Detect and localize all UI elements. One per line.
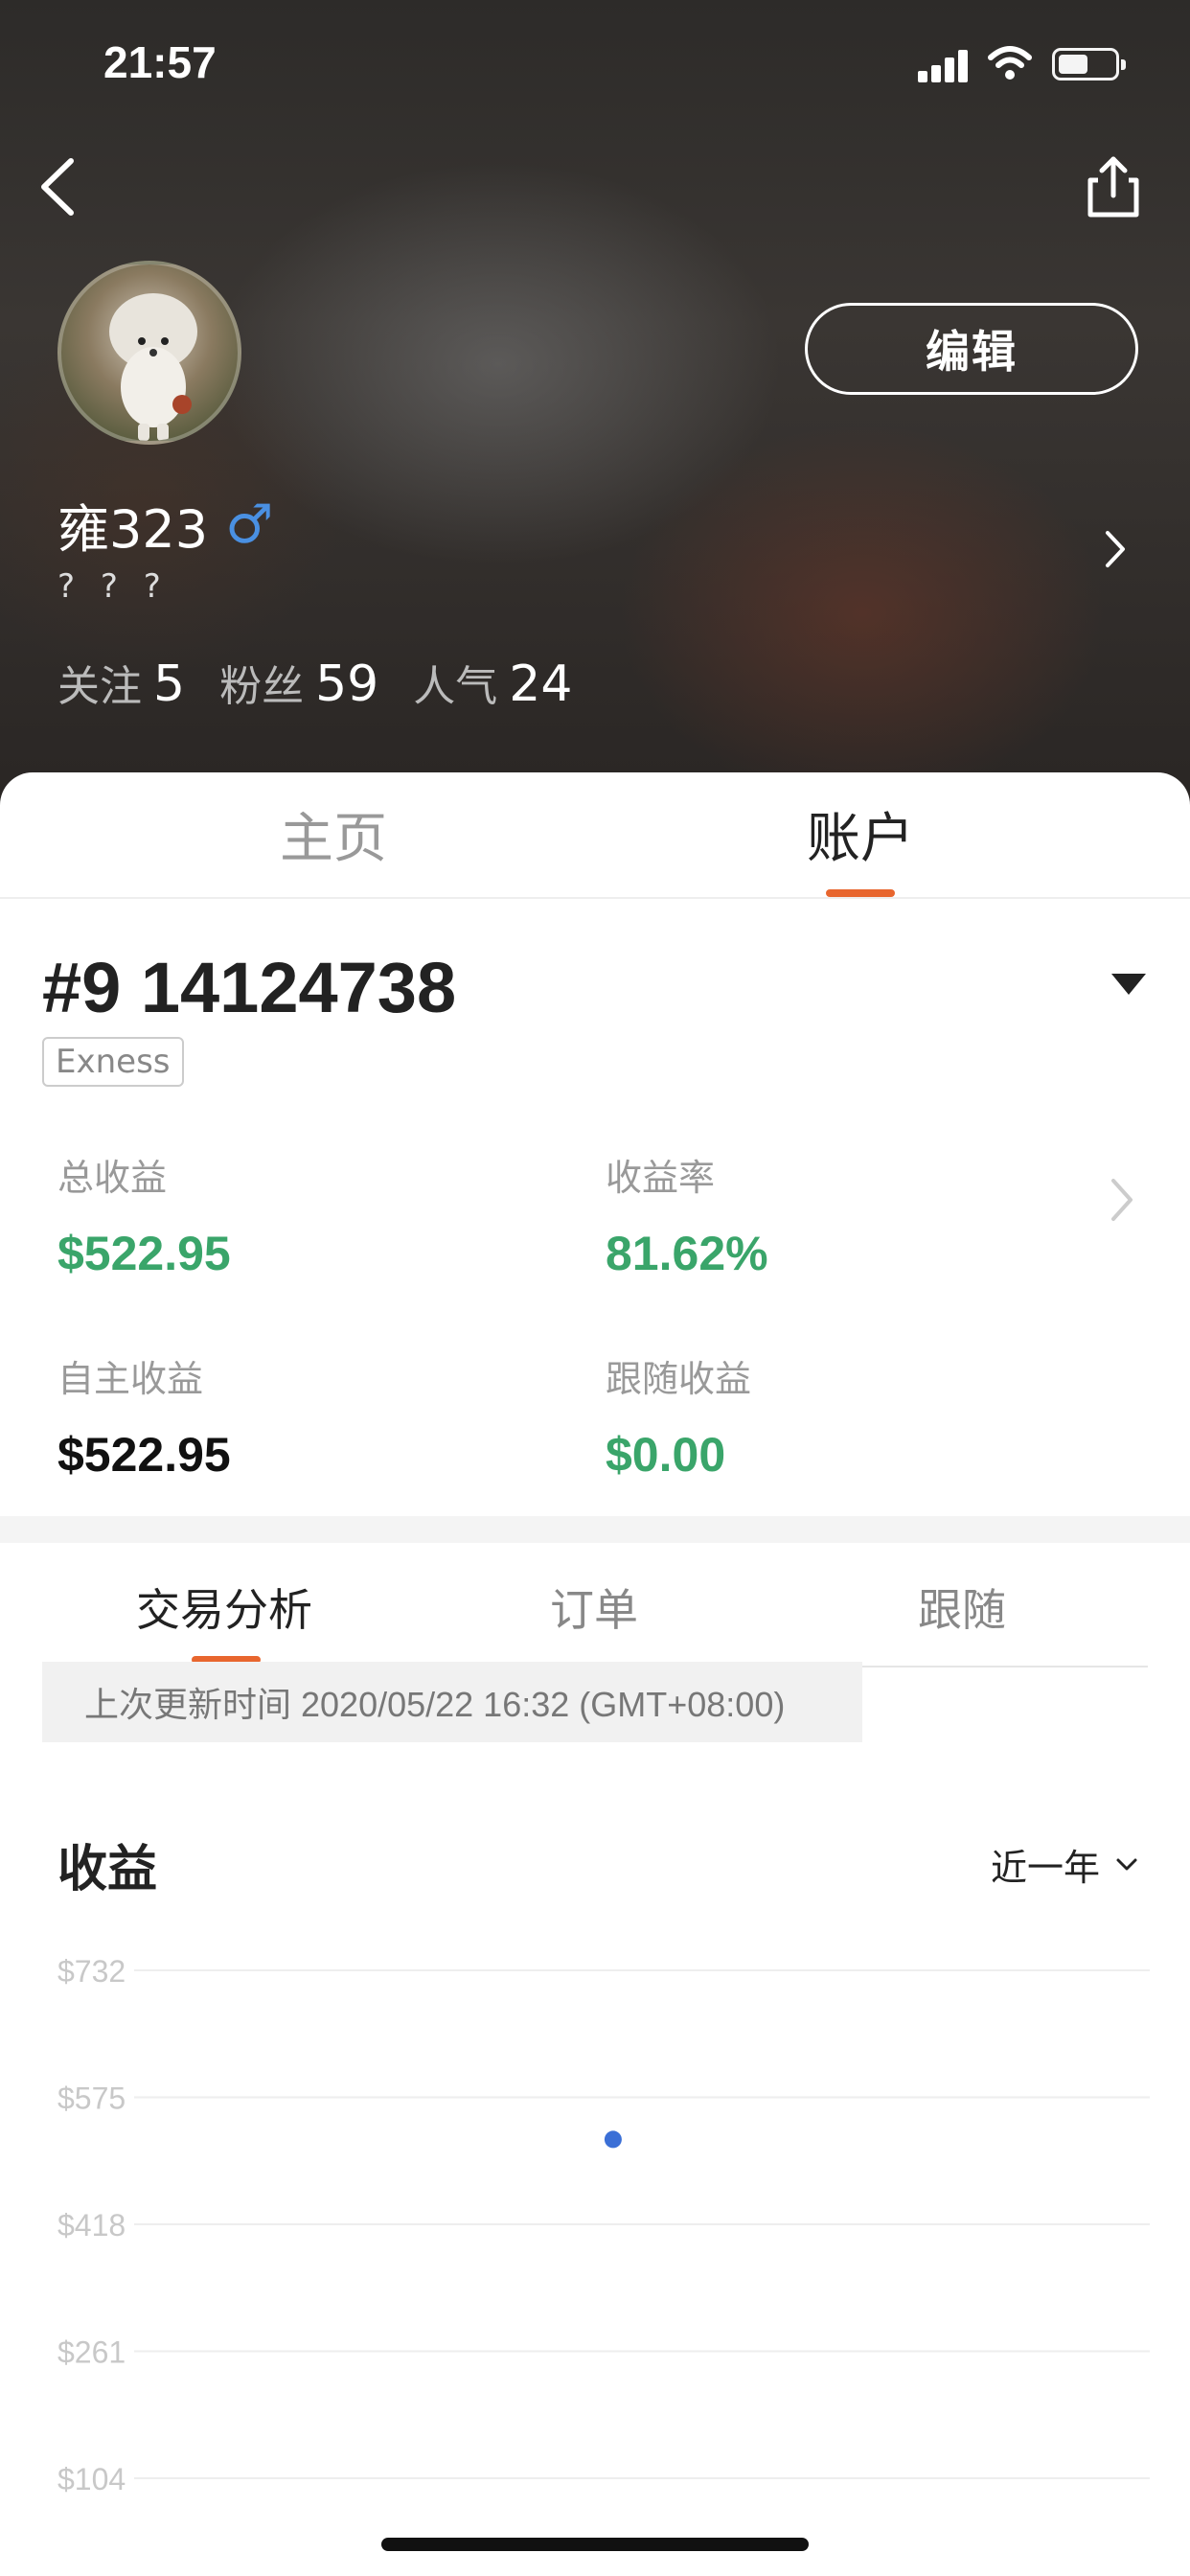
metric-value: $522.95	[57, 1227, 231, 1280]
section-divider	[0, 1516, 1190, 1543]
profile-header: 21:57 编辑 雍323 ♂ ? ? ? 关注 5 粉丝 59 人气 24	[0, 0, 1190, 805]
chevron-down-icon[interactable]	[1115, 1857, 1138, 1873]
last-updated-text: 上次更新时间 2020/05/22 16:32 (GMT+08:00)	[42, 1662, 862, 1742]
metric-label: 总收益	[57, 1157, 168, 1199]
analysis-tabs: 交易分析 订单 跟随	[42, 1543, 1148, 1668]
broker-badge: Exness	[42, 1037, 184, 1087]
status-bar: 21:57	[0, 0, 1190, 125]
following-count[interactable]: 5	[153, 656, 185, 713]
metric-value: $0.00	[606, 1428, 726, 1482]
username: 雍323 ♂	[57, 487, 273, 563]
following-label[interactable]: 关注	[57, 652, 142, 713]
tab-follow[interactable]: 跟随	[918, 1576, 1006, 1639]
tab-account-indicator	[826, 889, 895, 897]
y-tick-label: $418	[57, 2208, 126, 2242]
share-button[interactable]	[1085, 153, 1142, 220]
metric-self-profit: 自主收益 $522.95	[57, 1349, 231, 1483]
account-id: #9 14124738	[42, 948, 457, 1027]
metric-value: $522.95	[57, 1428, 231, 1482]
profit-section-title: 收益	[57, 1841, 158, 1898]
caret-down-icon[interactable]	[1111, 974, 1146, 997]
male-gender-icon: ♂	[225, 494, 274, 556]
status-time: 21:57	[103, 37, 217, 87]
chart-data-point[interactable]	[604, 2130, 622, 2149]
metric-profit-rate: 收益率 81.62%	[606, 1148, 768, 1281]
time-range-select[interactable]: 近一年	[991, 1838, 1138, 1891]
signal-icon	[918, 50, 970, 82]
profit-chart: $732 $575 $418 $261 $104	[57, 1954, 1150, 2496]
metric-label: 跟随收益	[606, 1358, 752, 1400]
metric-total-profit: 总收益 $522.95	[57, 1148, 231, 1281]
edit-button[interactable]: 编辑	[805, 303, 1138, 395]
tab-account[interactable]: 账户	[807, 795, 914, 873]
hedgehog-avatar-image	[109, 293, 197, 441]
followers-count[interactable]: 59	[315, 656, 378, 713]
chevron-right-icon[interactable]	[1108, 1175, 1136, 1225]
metric-value: 81.62%	[606, 1227, 768, 1280]
y-tick-label: $261	[57, 2335, 126, 2370]
popularity-count: 24	[509, 656, 573, 713]
chevron-right-icon[interactable]	[1100, 525, 1129, 573]
username-text: 雍323	[57, 499, 209, 560]
y-tick-label: $732	[57, 1954, 126, 1989]
metric-follow-profit: 跟随收益 $0.00	[606, 1349, 751, 1483]
metric-label: 自主收益	[57, 1358, 204, 1400]
back-button[interactable]	[34, 153, 84, 220]
followers-label[interactable]: 粉丝	[219, 652, 304, 713]
main-tabs: 主页 账户	[0, 772, 1190, 899]
metric-label: 收益率	[606, 1157, 716, 1199]
tab-orders[interactable]: 订单	[550, 1576, 638, 1639]
bio-text: ? ? ?	[57, 567, 169, 606]
avatar[interactable]	[57, 261, 241, 445]
popularity-label: 人气	[413, 662, 498, 711]
battery-icon	[1052, 48, 1126, 80]
time-range-label[interactable]: 近一年	[991, 1838, 1100, 1891]
tab-trade-analysis[interactable]: 交易分析	[136, 1576, 312, 1639]
home-indicator	[381, 2538, 809, 2551]
wifi-icon	[988, 46, 1032, 80]
y-tick-label: $104	[57, 2462, 126, 2496]
profile-stats: 关注 5 粉丝 59 人气 24	[57, 652, 606, 713]
y-tick-label: $575	[57, 2082, 126, 2116]
tab-home[interactable]: 主页	[280, 795, 387, 873]
account-card: 主页 账户 #9 14124738 Exness 总收益 $522.95 收益率…	[0, 772, 1190, 2576]
